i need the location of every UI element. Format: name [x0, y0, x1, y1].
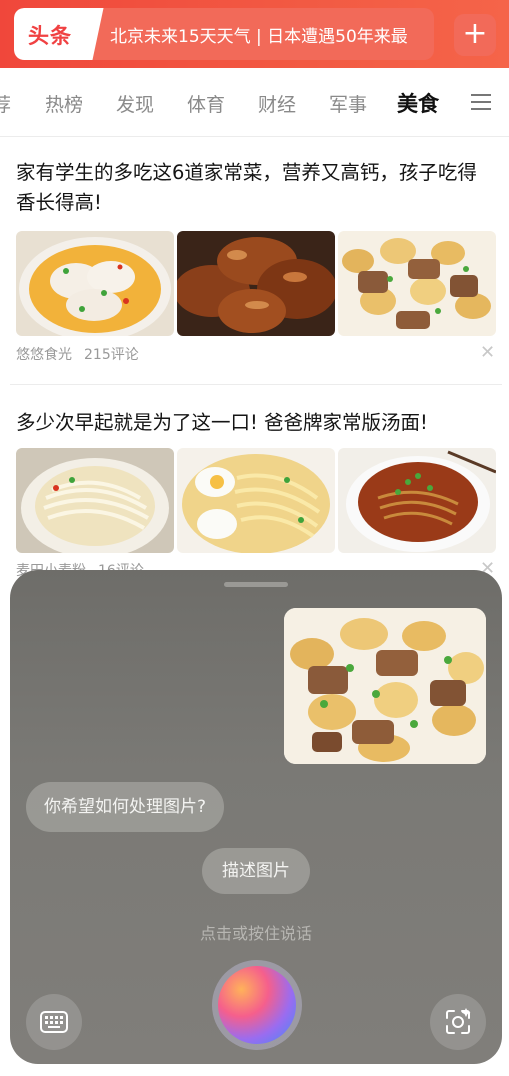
voice-orb-icon	[218, 966, 296, 1044]
article-meta: 悠悠食光 215评论	[16, 344, 139, 364]
tab-recommend[interactable]: 荐	[0, 90, 11, 117]
thumbnail-red-broth-noodles[interactable]	[338, 448, 496, 553]
voice-hint-text: 点击或按住说话	[199, 924, 312, 943]
tabs-divider	[0, 136, 509, 137]
dismiss-close-icon[interactable]: ✕	[480, 342, 495, 363]
tab-sports[interactable]: 体育	[187, 90, 225, 117]
article-author[interactable]: 悠悠食光	[16, 347, 72, 363]
keyboard-button[interactable]	[26, 994, 82, 1050]
thumbnail-egg-noodle-soup[interactable]	[177, 448, 335, 553]
voice-input-button[interactable]	[212, 960, 302, 1050]
thumbnail-dumpling-soup[interactable]	[16, 231, 174, 336]
article-thumbnails[interactable]	[16, 231, 496, 336]
thumbnail-mushroom-meat[interactable]	[338, 231, 496, 336]
article-title[interactable]: 多少次早起就是为了这一口! 爸爸牌家常版汤面!	[16, 408, 496, 438]
tab-military[interactable]: 军事	[329, 90, 367, 117]
article-divider	[10, 384, 502, 385]
channel-menu-icon[interactable]	[471, 94, 491, 110]
camera-scan-button[interactable]	[430, 994, 486, 1050]
article-comments: 215评论	[84, 347, 139, 363]
logo-text: 头条	[28, 24, 72, 48]
toutiao-logo: 头条	[14, 8, 88, 60]
top-header: 头条 北京未来15天天气 | 日本遭遇50年来最 +	[0, 0, 509, 68]
tab-hot-list[interactable]: 热榜	[45, 90, 83, 117]
add-button[interactable]: +	[454, 14, 496, 56]
tab-food[interactable]: 美食	[397, 88, 439, 118]
tab-finance[interactable]: 财经	[258, 90, 296, 117]
assistant-prompt-bubble: 你希望如何处理图片?	[26, 782, 225, 832]
thumbnail-braised-wings[interactable]	[177, 231, 335, 336]
keyboard-icon	[40, 1011, 68, 1033]
thumbnail-plain-noodles[interactable]	[16, 448, 174, 553]
camera-scan-icon	[446, 1008, 471, 1034]
tab-discover[interactable]: 发现	[116, 90, 154, 117]
search-suggestion-text[interactable]: 北京未来15天天气 | 日本遭遇50年来最	[110, 22, 408, 47]
channel-tabs: 荐 热榜 发现 体育 财经 军事 美食	[0, 68, 509, 136]
attached-image-preview[interactable]	[284, 608, 486, 764]
describe-image-suggestion[interactable]: 描述图片	[202, 848, 310, 894]
article-title[interactable]: 家有学生的多吃这6道家常菜，营养又高钙，孩子吃得香长得高!	[16, 158, 496, 218]
search-bar[interactable]: 头条 北京未来15天天气 | 日本遭遇50年来最	[14, 8, 434, 60]
assistant-sheet: 你希望如何处理图片? 描述图片 点击或按住说话	[10, 570, 502, 1064]
article-thumbnails[interactable]	[16, 448, 496, 553]
sheet-drag-handle[interactable]	[224, 582, 288, 587]
